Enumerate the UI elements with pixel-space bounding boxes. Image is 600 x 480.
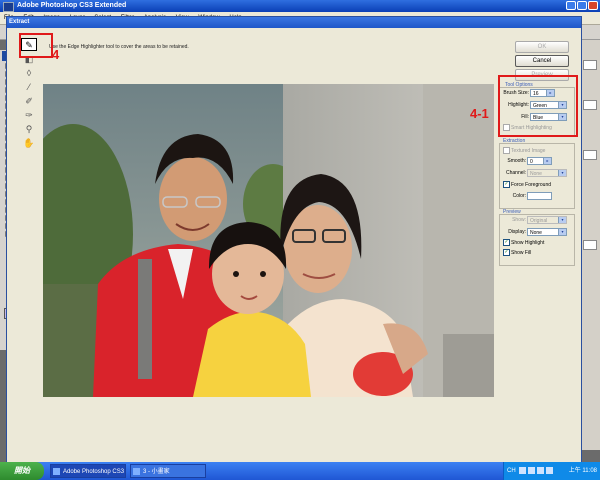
minimize-icon[interactable]: [566, 1, 576, 10]
app-title-bar: Adobe Photoshop CS3 Extended: [0, 0, 600, 12]
taskbar: 開始 Adobe Photoshop CS3 3 - 小畫家 CH 上午 11:…: [0, 462, 600, 480]
smooth-value: 0: [530, 159, 533, 165]
annotation-box-tool: [19, 33, 53, 58]
chevron-down-icon[interactable]: ▾: [558, 229, 566, 235]
cleanup-tool-icon[interactable]: ✐: [21, 94, 37, 107]
paint-app-icon: [133, 468, 140, 475]
ok-button[interactable]: OK: [515, 41, 569, 53]
system-tray: CH 上午 11:08: [503, 462, 600, 480]
textured-image-checkbox[interactable]: Textured Image: [503, 147, 545, 154]
smooth-label: Smooth:: [507, 158, 526, 164]
network-icon[interactable]: [546, 466, 554, 474]
maximize-icon[interactable]: [577, 1, 587, 10]
show-fill-checkbox[interactable]: ✓ Show Fill: [503, 249, 531, 256]
display-value: None: [530, 230, 542, 236]
extraction-title: Extraction: [503, 138, 526, 144]
volume-icon[interactable]: [537, 466, 545, 474]
eyedropper-tool-icon[interactable]: ⁄: [21, 80, 37, 93]
display-select[interactable]: None ▾: [527, 228, 567, 236]
arrow-right-icon[interactable]: ▸: [543, 158, 551, 164]
app-title: Adobe Photoshop CS3 Extended: [17, 2, 127, 9]
show-highlight-label: Show Highlight: [511, 239, 545, 246]
language-indicator[interactable]: CH: [507, 468, 516, 474]
taskbar-item-photoshop[interactable]: Adobe Photoshop CS3: [50, 464, 126, 478]
cancel-button[interactable]: Cancel: [515, 55, 569, 67]
extract-dialog: Extract ✎ ◧ ◊ ⁄ ✐ ✑ ⚲ ✋ Use the Edge Hig…: [6, 16, 582, 464]
chevron-down-icon[interactable]: ▾: [558, 170, 566, 176]
start-button[interactable]: 開始: [0, 462, 44, 480]
color-swatch-field[interactable]: [527, 192, 552, 200]
show-value: Original: [530, 218, 548, 224]
panel-thumb[interactable]: [583, 240, 597, 250]
dialog-title: Extract: [7, 17, 581, 28]
photoshop-app-icon: [3, 2, 14, 12]
textured-image-label: Textured Image: [511, 147, 546, 154]
tool-hint-text: Use the Edge Highlighter tool to cover t…: [49, 44, 189, 50]
hand-tool-icon[interactable]: ✋: [21, 136, 37, 149]
show-select[interactable]: Original ▾: [527, 216, 567, 224]
panel-thumb[interactable]: [583, 150, 597, 160]
panel-thumb[interactable]: [583, 60, 597, 70]
edge-touchup-tool-icon[interactable]: ✑: [21, 108, 37, 121]
check-icon: ✓: [503, 239, 510, 246]
check-icon: ✓: [503, 181, 510, 188]
checkbox-icon: [503, 147, 510, 154]
panel-thumb[interactable]: [583, 100, 597, 110]
channel-label: Channel:: [505, 170, 526, 176]
taskbar-item-label: Adobe Photoshop CS3: [63, 469, 125, 475]
photoshop-app-icon: [53, 468, 60, 475]
eraser-tool-icon[interactable]: ◊: [21, 66, 37, 79]
close-icon[interactable]: [588, 1, 598, 10]
zoom-tool-icon[interactable]: ⚲: [21, 122, 37, 135]
annotation-step-4-1: 4-1: [470, 106, 489, 121]
tray-icon[interactable]: [528, 466, 536, 474]
clock: 上午 11:08: [568, 468, 597, 474]
chevron-down-icon[interactable]: ▾: [558, 217, 566, 223]
display-label: Display:: [508, 229, 526, 235]
smooth-field[interactable]: 0 ▸: [527, 157, 552, 165]
color-label: Color:: [512, 193, 526, 199]
taskbar-item-label: 3 - 小畫家: [143, 469, 170, 475]
channel-value: None: [530, 171, 542, 177]
channel-select[interactable]: None ▾: [527, 169, 567, 177]
show-fill-label: Show Fill: [511, 249, 532, 256]
preview-title: Preview: [503, 209, 521, 215]
show-label: Show:: [512, 217, 526, 223]
force-foreground-checkbox[interactable]: ✓ Force Foreground: [503, 181, 551, 188]
show-highlight-checkbox[interactable]: ✓ Show Highlight: [503, 239, 544, 246]
taskbar-item-paint[interactable]: 3 - 小畫家: [130, 464, 206, 478]
force-foreground-label: Force Foreground: [511, 181, 552, 188]
family-photo[interactable]: [43, 84, 494, 397]
annotation-box-options: [498, 75, 578, 137]
annotation-step-4: 4: [52, 47, 60, 62]
tray-icon[interactable]: [519, 466, 527, 474]
check-icon: ✓: [503, 249, 510, 256]
preview-area[interactable]: [43, 84, 494, 397]
